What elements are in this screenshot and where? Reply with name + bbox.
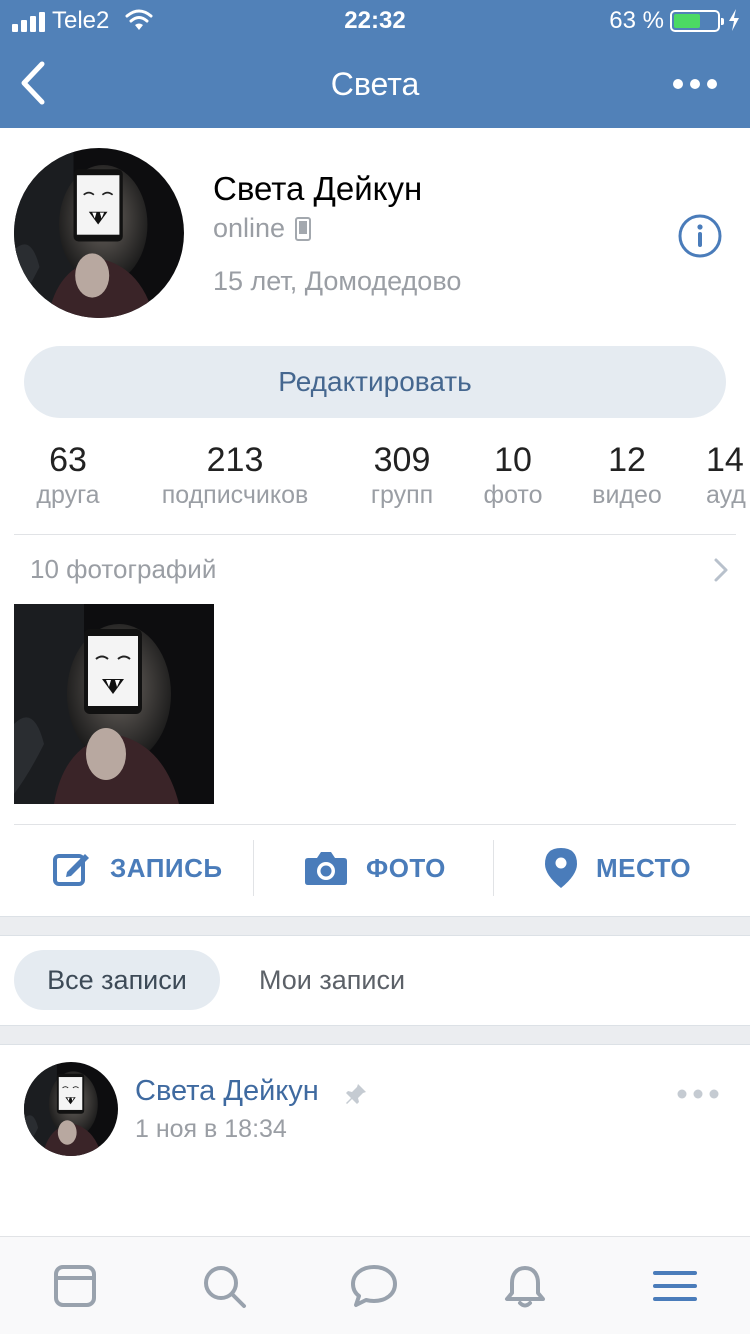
newsfeed-icon [54, 1265, 96, 1307]
profile-details: 15 лет, Домодедово [213, 266, 462, 296]
action-label: ФОТО [366, 852, 446, 883]
tab-all-posts[interactable]: Все записи [14, 950, 220, 1010]
counter-audio[interactable]: 14 ауд [706, 440, 750, 510]
online-status: online [213, 213, 312, 244]
pin-icon [344, 1082, 368, 1111]
page-title: Света [330, 66, 420, 102]
battery-percent: 63 % [609, 7, 664, 34]
counter-value: 309 [373, 441, 431, 479]
counter-label: друга [36, 481, 100, 509]
counter-label: видео [592, 481, 662, 509]
counter-value: 63 [49, 441, 87, 479]
counter-videos[interactable]: 12 видео [584, 440, 670, 510]
battery-icon [670, 10, 724, 32]
photo-image [14, 604, 214, 804]
divider [14, 534, 736, 535]
divider [253, 840, 254, 896]
section-gap [0, 1025, 750, 1045]
section-gap [0, 916, 750, 936]
camera-icon [305, 852, 347, 885]
online-label: online [213, 213, 286, 243]
divider [14, 824, 736, 825]
photo-thumbnail[interactable] [14, 604, 214, 804]
counter-label: подписчиков [161, 481, 309, 509]
action-label: ЗАПИСЬ [110, 852, 223, 883]
counter-friends[interactable]: 63 друга [30, 440, 106, 510]
edit-profile-button[interactable]: Редактировать [24, 346, 726, 418]
profile-counters: 63 друга 213 подписчиков 309 групп 10 фо… [0, 440, 750, 520]
counter-value: 14 [706, 441, 744, 479]
photos-header[interactable]: 10 фотографий [30, 554, 216, 585]
profile-name: Света Дейкун [213, 170, 423, 207]
more-button[interactable] [670, 66, 720, 102]
counter-value: 213 [206, 441, 264, 479]
navigation-bar: Tele2 22:32 63 % Света [0, 0, 750, 128]
edit-note-icon [53, 854, 89, 886]
counter-followers[interactable]: 213 подписчиков [146, 440, 324, 510]
menu-icon [653, 1271, 697, 1301]
message-bubble-icon [351, 1265, 397, 1307]
status-bar: Tele2 22:32 63 % [0, 0, 750, 40]
counter-photos[interactable]: 10 фото [478, 440, 548, 510]
photos-chevron-button[interactable] [710, 556, 732, 589]
location-pin-icon [545, 848, 577, 888]
avatar-image [24, 1062, 118, 1156]
tab-my-posts[interactable]: Мои записи [259, 965, 405, 996]
counter-value: 10 [494, 441, 532, 479]
counter-label: ауд [706, 481, 746, 509]
add-photo-button[interactable]: ФОТО [304, 836, 446, 900]
mobile-phone-icon [295, 216, 312, 241]
action-label: МЕСТО [596, 852, 692, 883]
counter-label: групп [370, 481, 434, 509]
post-author-name[interactable]: Света Дейкун [135, 1075, 319, 1108]
post-more-button[interactable] [676, 1084, 720, 1104]
more-horizontal-icon [673, 79, 717, 89]
charging-icon [728, 9, 740, 36]
tab-search[interactable] [201, 1263, 251, 1309]
info-button[interactable] [677, 213, 723, 259]
new-post-button[interactable]: ЗАПИСЬ [52, 836, 223, 900]
counter-value: 12 [608, 441, 646, 479]
tab-menu[interactable] [652, 1263, 702, 1309]
profile-avatar[interactable] [14, 148, 184, 318]
tab-messages[interactable] [350, 1263, 400, 1309]
search-icon [204, 1266, 246, 1308]
counter-groups[interactable]: 309 групп [362, 440, 442, 510]
chevron-right-icon [714, 558, 728, 582]
tab-notifications[interactable] [502, 1263, 552, 1309]
bell-icon [505, 1266, 545, 1308]
add-place-button[interactable]: МЕСТО [544, 836, 691, 900]
divider [493, 840, 494, 896]
quick-actions: ЗАПИСЬ ФОТО МЕСТО [0, 836, 750, 900]
counter-label: фото [483, 481, 543, 509]
avatar-image [14, 148, 184, 318]
post-author-avatar[interactable] [24, 1062, 118, 1156]
tab-news[interactable] [52, 1263, 102, 1309]
more-horizontal-icon [677, 1089, 719, 1099]
post-date: 1 ноя в 18:34 [135, 1115, 287, 1143]
bottom-tab-bar [0, 1236, 750, 1334]
info-circle-icon [678, 214, 722, 258]
